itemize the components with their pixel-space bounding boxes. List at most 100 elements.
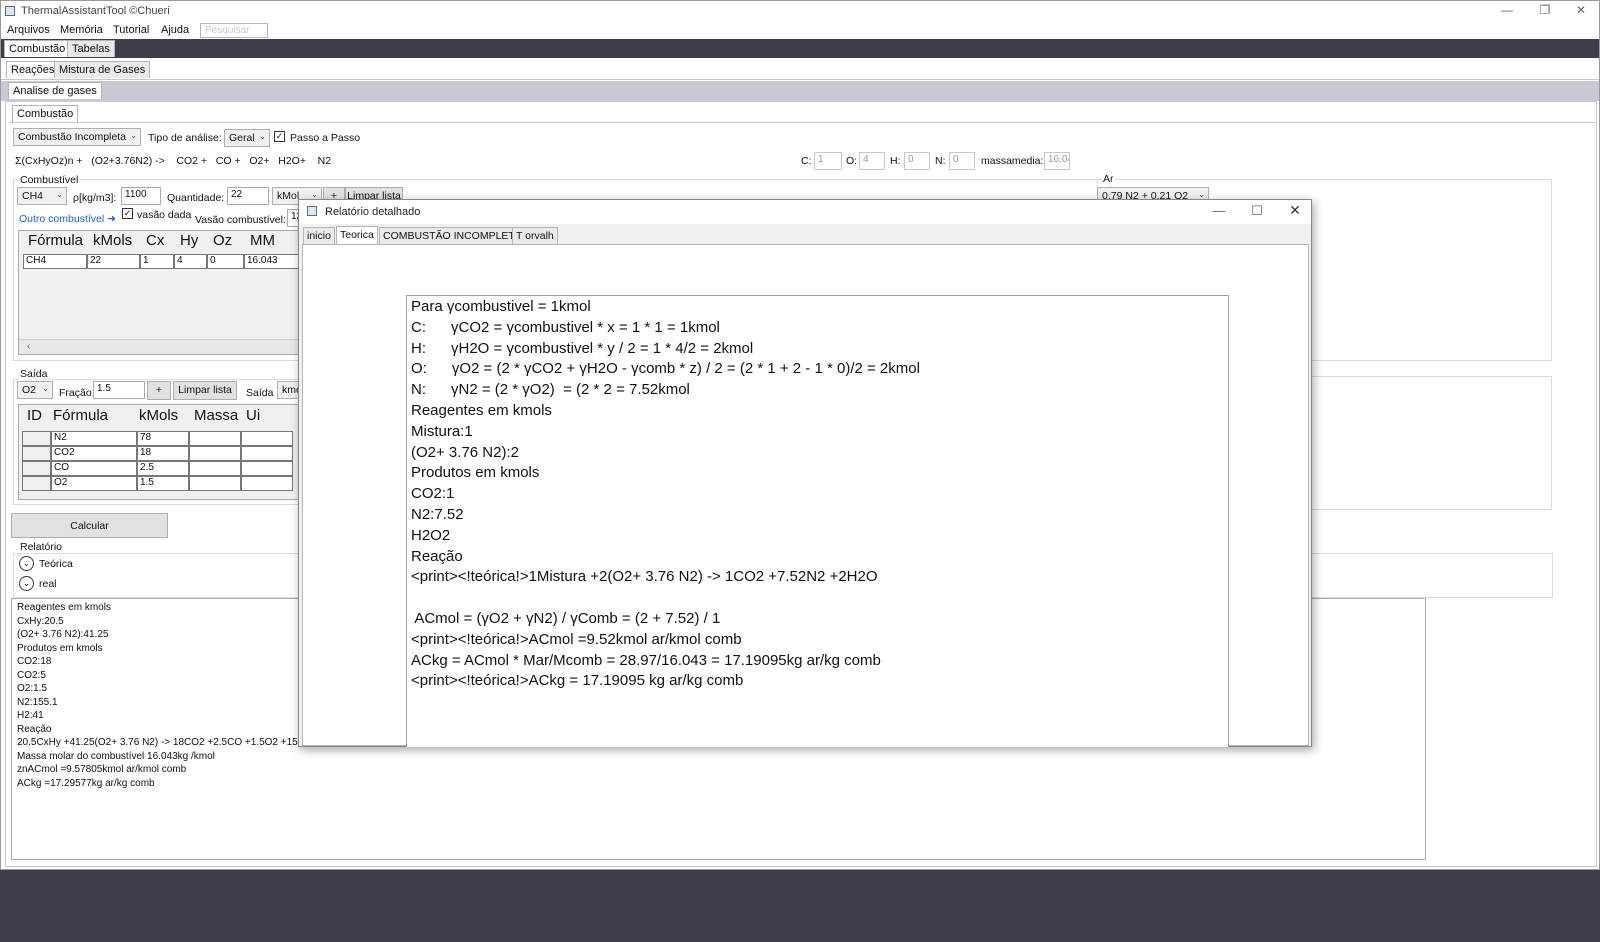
menu-ajuda[interactable]: Ajuda — [161, 24, 189, 36]
minimize-icon[interactable]: — — [1199, 203, 1239, 218]
dialog-tab-content: Para γcombustivel = 1kmol C: γCO2 = γcom… — [302, 244, 1309, 747]
step-checkbox[interactable]: ✓ — [274, 131, 285, 142]
table-cell[interactable]: CO — [51, 461, 137, 476]
tab-t-orvalho[interactable]: T orvalh — [512, 227, 558, 244]
table-cell[interactable] — [22, 446, 51, 461]
table-cell[interactable] — [241, 461, 293, 476]
table-cell[interactable]: 1.5 — [137, 476, 189, 491]
report-line: O2:1.5 — [17, 683, 48, 694]
tab-inicio[interactable]: inicio — [303, 227, 335, 244]
add-output-button[interactable]: + — [147, 381, 171, 400]
tab-combustao[interactable]: Combustão — [4, 40, 71, 57]
report-expander-real[interactable]: real — [39, 578, 57, 590]
chevron-down-icon[interactable]: ⌄ — [19, 576, 34, 591]
tab-mistura-de-gases[interactable]: Mistura de Gases — [54, 61, 151, 78]
table-cell[interactable]: 1 — [140, 254, 174, 269]
table-cell[interactable]: 22 — [87, 254, 140, 269]
theory-line: Mistura:1 — [411, 422, 473, 440]
chevron-down-icon[interactable]: ⌄ — [19, 556, 34, 571]
fraction-field[interactable]: 1.5 — [93, 381, 145, 399]
chevron-down-icon: ⌄ — [130, 131, 137, 140]
table-cell[interactable] — [189, 461, 241, 476]
minimize-icon[interactable]: — — [1487, 3, 1527, 17]
restore-icon[interactable]: ❐ — [1525, 3, 1565, 17]
fuel-grid-header-oz: Oz — [213, 232, 233, 249]
table-cell[interactable]: 16.043 — [244, 254, 299, 269]
analysis-type-select[interactable]: Geral ⌄ — [224, 129, 270, 147]
fuel-grid-header-cx: Cx — [146, 232, 165, 249]
flow-given-checkbox[interactable]: ✓ — [122, 208, 133, 219]
table-cell[interactable]: 18 — [137, 446, 189, 461]
table-cell[interactable]: CO2 — [51, 446, 137, 461]
chevron-left-icon[interactable]: ‹ — [27, 341, 30, 352]
table-cell[interactable]: 0 — [207, 254, 244, 269]
chevron-down-icon: ⌄ — [42, 384, 49, 393]
clear-output-list-button[interactable]: Limpar lista — [173, 381, 237, 400]
fuel-grid-header-kmols: kMols — [93, 232, 133, 249]
output-grid-header-kmols: kMols — [139, 407, 179, 424]
table-cell[interactable]: 78 — [137, 431, 189, 446]
table-row[interactable]: CO 2.5 — [22, 461, 293, 476]
tab-tabelas[interactable]: Tabelas — [67, 40, 115, 57]
maximize-icon[interactable]: ☐ — [1237, 203, 1277, 219]
h-label: H: — [890, 155, 901, 167]
close-icon[interactable]: ✕ — [1561, 3, 1600, 17]
menu-tutorial[interactable]: Tutorial — [113, 24, 149, 36]
table-cell[interactable]: O2 — [51, 476, 137, 491]
tab-analise-de-gases[interactable]: Analise de gases — [8, 82, 102, 99]
saida-label: Saída — [246, 387, 274, 399]
close-icon[interactable]: ✕ — [1275, 202, 1315, 219]
massamedia-label: massamedia: — [981, 155, 1044, 167]
table-cell[interactable] — [22, 476, 51, 491]
table-cell[interactable]: CH4 — [23, 254, 87, 269]
theory-text-box[interactable]: Para γcombustivel = 1kmol C: γCO2 = γcom… — [406, 295, 1229, 747]
theory-line: H: γH2O = γcombustivel * y / 2 = 1 * 4/2… — [411, 339, 754, 357]
calculate-button[interactable]: Calcular — [11, 513, 168, 538]
fuel-select[interactable]: CH4 ⌄ — [17, 187, 67, 205]
table-cell[interactable] — [241, 446, 293, 461]
theory-lines: Para γcombustivel = 1kmol C: γCO2 = γcom… — [411, 297, 920, 692]
o-field[interactable]: 4 — [859, 152, 885, 170]
table-cell[interactable] — [241, 431, 293, 446]
table-cell[interactable]: 4 — [174, 254, 207, 269]
table-row[interactable]: N2 78 — [22, 431, 293, 446]
tab-reacoes[interactable]: Reações — [6, 61, 60, 78]
table-row[interactable]: CH4 22 1 4 0 16.043 — [23, 254, 299, 269]
table-cell[interactable] — [22, 431, 51, 446]
table-cell[interactable] — [189, 431, 241, 446]
top-tab-band — [1, 39, 1599, 58]
h-field[interactable]: 0 — [904, 152, 930, 170]
massamedia-field[interactable]: 16.04 — [1044, 152, 1070, 170]
table-cell[interactable] — [189, 446, 241, 461]
chevron-down-icon: ⌄ — [1198, 190, 1205, 199]
table-cell[interactable] — [189, 476, 241, 491]
table-cell[interactable] — [22, 461, 51, 476]
table-cell[interactable]: N2 — [51, 431, 137, 446]
table-cell[interactable] — [241, 476, 293, 491]
tab-combustao-incompleta[interactable]: COMBUSTÃO INCOMPLETA — [379, 227, 526, 244]
tab-teorica[interactable]: Teorica — [336, 226, 378, 245]
menu-memoria[interactable]: Memória — [60, 24, 103, 36]
quantity-field[interactable]: 22 — [227, 187, 269, 205]
dialog-title: Relatório detalhado — [325, 206, 421, 218]
report-line: CxHy:20.5 — [17, 615, 64, 627]
density-field[interactable]: 1100 — [121, 187, 161, 205]
horizontal-scrollbar[interactable]: ‹ — [19, 339, 307, 354]
tab-combustao-inner[interactable]: Combustão — [12, 105, 79, 122]
combustion-type-select[interactable]: Combustão Incompleta ⌄ — [13, 128, 141, 146]
table-row[interactable]: O2 1.5 — [22, 476, 293, 491]
n-field[interactable]: 0 — [949, 152, 975, 170]
search-input[interactable]: Pesquisar — [200, 23, 268, 38]
output-species-select[interactable]: O2 ⌄ — [17, 381, 53, 399]
output-grid[interactable]: ID Fórmula kMols Massa Ui N2 78 CO2 18 C… — [18, 404, 308, 500]
theory-line: ACmol = (γO2 + γN2) / γComb = (2 + 7.52)… — [411, 609, 721, 627]
fuel-flow-label: Vasão combustível: — [195, 214, 286, 226]
menu-arquivos[interactable]: Arquivos — [7, 24, 50, 36]
fuel-grid[interactable]: Fórmula kMols Cx Hy Oz MM CH4 22 1 4 0 1… — [18, 230, 308, 355]
c-field[interactable]: 1 — [814, 152, 842, 170]
table-cell[interactable]: 2.5 — [137, 461, 189, 476]
table-row[interactable]: CO2 18 — [22, 446, 293, 461]
detailed-report-dialog: Relatório detalhado — ☐ ✕ inicio Teorica… — [298, 199, 1312, 747]
report-expander-teorica[interactable]: Teórica — [39, 558, 73, 570]
other-fuel-link[interactable]: Outro combustível ➜ — [19, 213, 116, 225]
